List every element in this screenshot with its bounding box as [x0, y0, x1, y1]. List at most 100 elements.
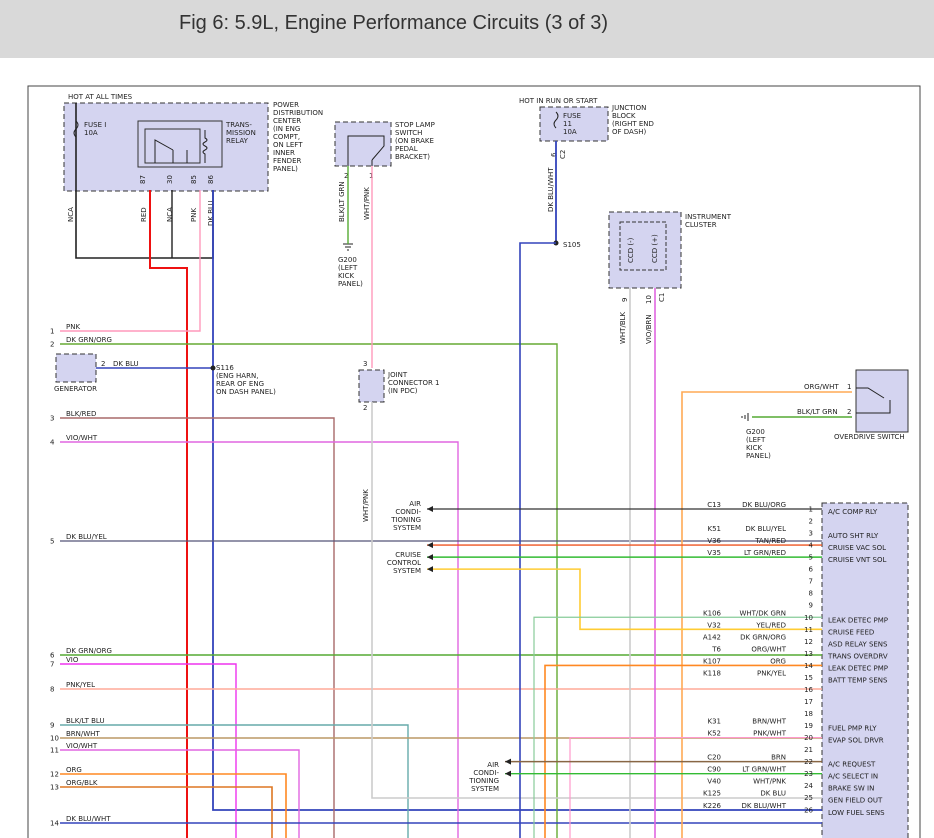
svg-text:INNER: INNER [273, 149, 295, 157]
left-wire-number: 4 [50, 439, 55, 447]
pcm-pin-number: 26 [804, 806, 813, 814]
pcm-pin-number: 21 [804, 746, 813, 754]
pcm-circuit-code: C20 [707, 754, 721, 762]
svg-text:JUNCTION: JUNCTION [611, 104, 646, 112]
cluster-wire-vio-brn: VIO/BRN [645, 314, 653, 344]
pcm-pin-number: 13 [804, 650, 813, 658]
hot-at-all-times-label: HOT AT ALL TIMES [68, 93, 133, 101]
svg-text:ON LEFT: ON LEFT [273, 141, 303, 149]
pcm-circuit-code: K125 [703, 790, 721, 798]
pcm-function-label: GEN FIELD OUT [828, 797, 883, 805]
jc-pin-3: 3 [363, 360, 367, 368]
fuse-i-label: FUSE I [84, 121, 106, 129]
pcm-function-label: TRANS OVERDRV [827, 652, 888, 660]
cluster-wire-wht-blk: WHT/BLK [619, 311, 627, 344]
cluster-pin-9: 9 [621, 298, 629, 302]
svg-text:TIONING: TIONING [468, 777, 499, 785]
cluster-label-2: CLUSTER [685, 221, 717, 229]
fuse-11-number: 11 [563, 120, 572, 128]
pcm-pin-number: 18 [804, 710, 813, 718]
pcm-function-label: LEAK DETEC PMP [828, 616, 888, 624]
wire-pnk [60, 190, 201, 332]
svg-text:BLOCK: BLOCK [612, 112, 636, 120]
pcm-pin-number: 19 [804, 722, 813, 730]
pcm-wire-color: DK BLU/WHT [741, 802, 786, 810]
left-wire-label: BLK/RED [66, 410, 96, 418]
overdrive-wire-org-wht: ORG/WHT [804, 383, 839, 391]
pcm-function-label: CRUISE FEED [828, 628, 874, 636]
pcm-pin-number: 16 [804, 686, 813, 694]
relay-label-3: RELAY [226, 137, 249, 145]
pcm-circuit-code: V36 [707, 537, 721, 545]
svg-text:NCA: NCA [67, 207, 75, 222]
pcm-function-label: A/C COMP RLY [828, 508, 878, 516]
pcm-pin-number: 23 [804, 770, 813, 778]
pcm-wire-color: PNK/WHT [753, 730, 787, 738]
svg-text:JOINT: JOINT [387, 371, 408, 379]
wire-vio-wht-4 [60, 441, 459, 838]
svg-text:REAR OF ENG: REAR OF ENG [216, 380, 264, 388]
wire-org-k107 [544, 664, 822, 838]
overdrive-switch-label: OVERDRIVE SWITCH [834, 433, 905, 441]
left-wire-label: DK BLU/WHT [66, 815, 111, 823]
left-wire-label: ORG/BLK [66, 779, 98, 787]
svg-text:CENTER: CENTER [273, 117, 301, 125]
left-wire-label: BLK/LT BLU [66, 717, 105, 725]
left-wire-label: VIO/WHT [66, 742, 98, 750]
relay-label-1: TRANS- [225, 121, 252, 129]
pcm-circuit-code: A142 [703, 633, 721, 641]
svg-text:AIR: AIR [409, 500, 421, 508]
wire-arrowhead [427, 506, 433, 512]
pdc-wire-labels: NCA RED NCA PNK DK BLU [67, 200, 215, 226]
pcm-pin-number: 17 [804, 698, 813, 706]
left-wire-number: 12 [50, 771, 59, 779]
left-wire-number: 13 [50, 784, 59, 792]
pcm-pin-number: 25 [804, 794, 813, 802]
overdrive-pin-1: 1 [847, 383, 851, 391]
svg-text:SYSTEM: SYSTEM [471, 785, 499, 793]
svg-text:PNK: PNK [190, 208, 198, 222]
pcm-wire-color: PNK/YEL [757, 669, 786, 677]
wire-blk-red [60, 417, 335, 838]
svg-text:PEDAL: PEDAL [395, 145, 418, 153]
svg-text:(ON BRAKE: (ON BRAKE [395, 137, 434, 145]
pcm-wire-color: DK BLU [760, 790, 786, 798]
pcm-wire-color: TAN/RED [754, 537, 786, 545]
svg-text:CONDI-: CONDI- [473, 769, 499, 777]
svg-text:S116: S116 [216, 364, 234, 372]
svg-text:SWITCH: SWITCH [395, 129, 422, 137]
svg-text:87: 87 [139, 175, 147, 184]
cruise-control-label: CRUISE CONTROL SYSTEM [387, 551, 421, 575]
pcm-function-label: A/C SELECT IN [828, 773, 878, 781]
pcm-wire-color: LT GRN/RED [744, 549, 786, 557]
cluster-pin-10: 10 [645, 295, 653, 304]
wire-vio [60, 663, 237, 838]
wire-arrowhead [427, 554, 433, 561]
left-wire-label: PNK/YEL [66, 681, 95, 689]
hot-in-run-label: HOT IN RUN OR START [519, 97, 598, 105]
pcm-function-label: BATT TEMP SENS [828, 676, 888, 684]
pcm-function-label: LOW FUEL SENS [828, 809, 885, 817]
pcm-circuit-code: K31 [708, 718, 722, 726]
relay-label-2: MISSION [226, 129, 256, 137]
generator-box [55, 353, 97, 383]
pcm-wire-color: ORG/WHT [751, 645, 786, 653]
pcm-function-label: FUEL PMP RLY [828, 725, 877, 733]
left-wire-number: 10 [50, 735, 59, 743]
svg-text:30: 30 [166, 175, 174, 184]
pcm-circuit-code: K106 [703, 609, 721, 617]
air-conditioning-label-lower: AIR CONDI- TIONING SYSTEM [468, 761, 499, 793]
pcm-wire-color: BRN/WHT [752, 718, 786, 726]
pcm-pin-number: 8 [809, 590, 813, 598]
svg-text:(RIGHT END: (RIGHT END [612, 120, 654, 128]
ccd-minus-label: CCD (-) [627, 237, 635, 263]
overdrive-switch-box [855, 369, 909, 433]
pcm-pin-number: 9 [809, 602, 813, 610]
svg-text:SYSTEM: SYSTEM [393, 567, 421, 575]
svg-text:PANEL): PANEL) [746, 452, 771, 460]
svg-text:86: 86 [207, 175, 215, 184]
jc-wire-label: WHT/PNK [362, 489, 370, 522]
stop-lamp-switch-box [334, 121, 392, 167]
svg-text:TIONING: TIONING [390, 516, 421, 524]
left-wire-number: 8 [50, 686, 54, 694]
